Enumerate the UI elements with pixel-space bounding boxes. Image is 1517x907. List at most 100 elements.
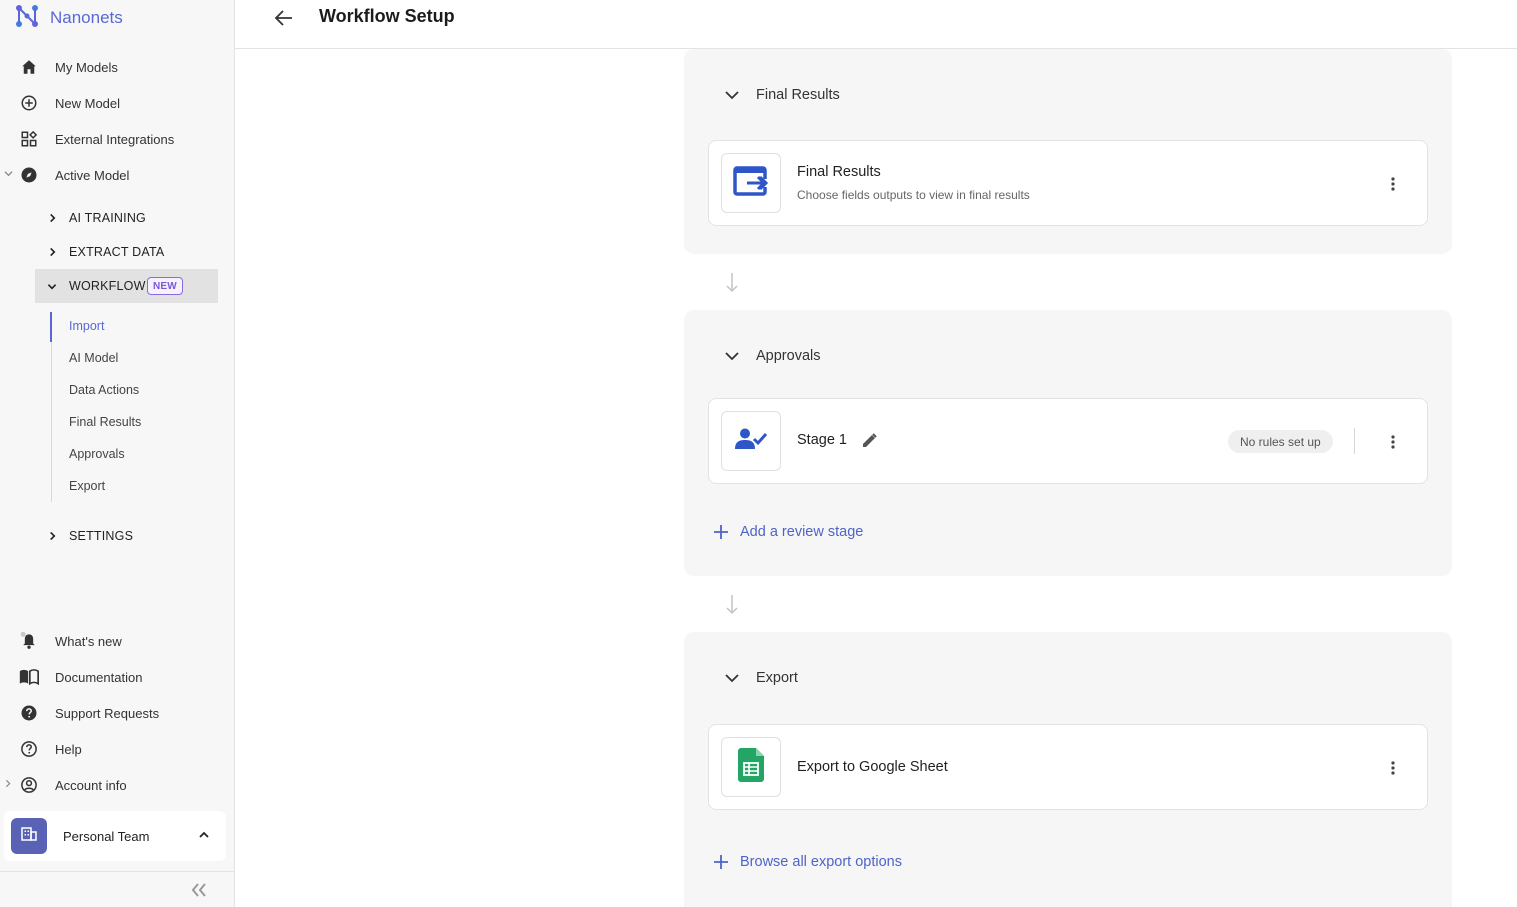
workflow-step-export[interactable]: Export: [69, 479, 105, 493]
edit-pencil-icon[interactable]: [860, 432, 878, 450]
apps-grid-icon: [19, 129, 39, 149]
workflow-step-approvals[interactable]: Approvals: [69, 447, 125, 461]
chevron-down-icon: [47, 281, 57, 291]
export-google-sheet-card[interactable]: Export to Google Sheet: [708, 724, 1428, 810]
sidebar-item-label: My Models: [55, 59, 118, 75]
app-root: Nanonets My Models New Model External In…: [0, 0, 1517, 907]
sidebar-item-help[interactable]: Help: [0, 734, 235, 764]
rules-status-badge: No rules set up: [1228, 430, 1333, 453]
plus-circle-icon: [19, 93, 39, 113]
chevron-down-icon: [724, 87, 740, 103]
final-results-panel-header[interactable]: Final Results: [724, 87, 840, 103]
section-label: AI TRAINING: [69, 211, 146, 225]
back-arrow-icon[interactable]: [273, 7, 295, 29]
sidebar-item-label: Active Model: [55, 167, 130, 183]
google-sheets-icon: [738, 747, 764, 787]
sidebar-item-label: What's new: [55, 633, 122, 649]
help-filled-icon: [19, 703, 39, 723]
sidebar-item-label: Documentation: [55, 669, 143, 685]
page-title: Workflow Setup: [319, 6, 455, 26]
final-results-panel: Final Results Final Results Choose field…: [684, 49, 1452, 254]
flow-arrow-icon: [724, 272, 740, 294]
section-label: EXTRACT DATA: [69, 245, 165, 259]
team-name: Personal Team: [63, 829, 150, 844]
section-settings[interactable]: SETTINGS: [35, 519, 218, 553]
bell-icon: [19, 631, 39, 651]
more-vert-icon[interactable]: [1383, 174, 1403, 194]
workflow-step-data-actions[interactable]: Data Actions: [69, 383, 139, 397]
account-circle-icon: [19, 775, 39, 795]
compass-icon: [19, 165, 39, 185]
brand[interactable]: Nanonets: [14, 4, 123, 32]
sidebar-item-label: New Model: [55, 95, 121, 111]
browse-export-options-label: Browse all export options: [740, 854, 902, 870]
sidebar-item-whats-new[interactable]: What's new: [0, 626, 235, 656]
more-vert-icon[interactable]: [1383, 758, 1403, 778]
team-switcher[interactable]: Personal Team: [4, 811, 226, 861]
sidebar-item-label: Help: [55, 741, 82, 757]
help-outline-icon: [19, 739, 39, 759]
divider: [1354, 428, 1355, 454]
section-ai-training[interactable]: AI TRAINING: [35, 201, 218, 235]
section-label: SETTINGS: [69, 529, 134, 543]
sidebar-item-new-model[interactable]: New Model: [0, 88, 235, 118]
workflow-step-ai-model[interactable]: AI Model: [69, 351, 118, 365]
sidebar-item-label: Support Requests: [55, 705, 160, 721]
approval-stage-card[interactable]: Stage 1 No rules set up: [708, 398, 1428, 484]
card-icon-box: [721, 411, 781, 471]
panel-heading: Export: [756, 670, 798, 686]
collapse-sidebar-icon[interactable]: [189, 881, 209, 899]
team-avatar: [11, 818, 47, 854]
add-review-stage-label: Add a review stage: [740, 524, 864, 540]
sidebar-item-support-requests[interactable]: Support Requests: [0, 698, 235, 728]
chevron-down-icon: [724, 670, 740, 686]
plus-icon: [714, 525, 728, 539]
card-subtitle: Choose fields outputs to view in final r…: [797, 188, 1030, 202]
workflow-step-import[interactable]: Import: [69, 319, 104, 333]
chevron-right-icon: [4, 779, 12, 791]
card-icon-box: [721, 153, 781, 213]
chevron-right-icon: [47, 213, 57, 223]
stage-title: Stage 1: [797, 432, 847, 448]
chevron-down-icon: [724, 348, 740, 364]
sidebar: Nanonets My Models New Model External In…: [0, 0, 235, 907]
sidebar-item-account-info[interactable]: Account info: [0, 770, 235, 800]
page-header: Workflow Setup: [235, 0, 1517, 49]
chevron-right-icon: [47, 531, 57, 541]
add-review-stage-button[interactable]: Add a review stage: [714, 524, 863, 540]
workflow-step-final-results[interactable]: Final Results: [69, 415, 141, 429]
card-title: Export to Google Sheet: [797, 759, 948, 775]
final-results-card[interactable]: Final Results Choose fields outputs to v…: [708, 140, 1428, 226]
book-icon: [19, 667, 39, 687]
card-icon-box: [721, 737, 781, 797]
chevron-down-icon: [4, 169, 13, 181]
chevron-up-icon: [198, 828, 210, 840]
card-title: Final Results: [797, 164, 881, 180]
sidebar-item-my-models[interactable]: My Models: [0, 52, 235, 82]
sidebar-item-label: External Integrations: [55, 131, 175, 147]
section-workflow[interactable]: WORKFLOW NEW: [35, 269, 218, 303]
sidebar-item-documentation[interactable]: Documentation: [0, 662, 235, 692]
export-panel: Export Export to Google Sheet Browse all…: [684, 632, 1452, 907]
export-panel-header[interactable]: Export: [724, 670, 798, 686]
flow-arrow-icon: [724, 594, 740, 616]
brand-name: Nanonets: [50, 8, 123, 27]
more-vert-icon[interactable]: [1383, 432, 1403, 452]
home-icon: [19, 57, 39, 77]
sidebar-item-external-integrations[interactable]: External Integrations: [0, 124, 235, 154]
browse-export-options-button[interactable]: Browse all export options: [714, 854, 902, 870]
approvals-panel-header[interactable]: Approvals: [724, 348, 820, 364]
new-badge: NEW: [147, 277, 183, 295]
panel-heading: Approvals: [756, 348, 821, 364]
section-extract-data[interactable]: EXTRACT DATA: [35, 235, 218, 269]
chevron-right-icon: [47, 247, 57, 257]
user-check-icon: [735, 427, 768, 456]
nanonets-logo-icon: [14, 3, 40, 34]
approvals-panel: Approvals Stage 1 No rules set up Add a …: [684, 310, 1452, 576]
output-arrow-icon: [733, 165, 769, 202]
section-label: WORKFLOW: [69, 279, 146, 293]
active-step-indicator: [50, 312, 52, 342]
sidebar-footer: [0, 871, 235, 907]
building-icon: [21, 826, 37, 846]
sidebar-item-active-model[interactable]: Active Model: [0, 160, 235, 190]
